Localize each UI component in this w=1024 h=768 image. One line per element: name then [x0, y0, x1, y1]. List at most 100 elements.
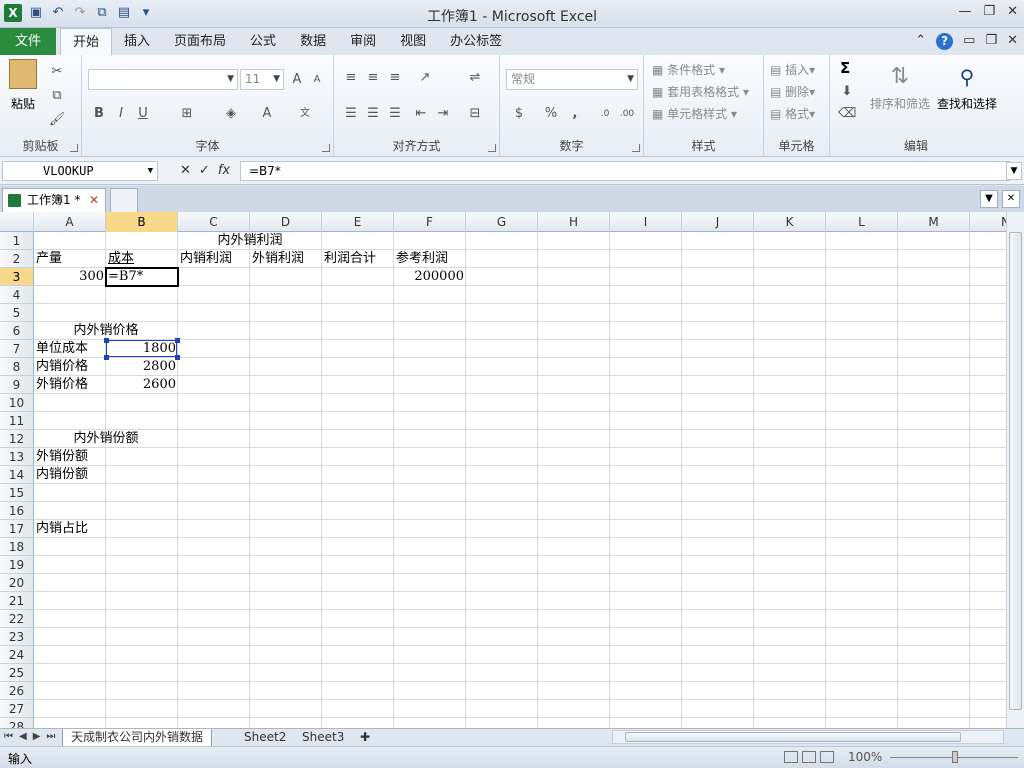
close-icon[interactable]: ✕: [1007, 4, 1018, 19]
tab-office-tab[interactable]: 办公标签: [438, 28, 514, 55]
find-select-button[interactable]: ⚲ 查找和选择: [934, 59, 1000, 112]
column-header-H[interactable]: H: [538, 212, 610, 232]
insert-cells-button[interactable]: ▤ 插入▾: [770, 61, 815, 78]
column-header-B[interactable]: B: [106, 212, 178, 232]
sheet-tab-2[interactable]: Sheet2: [236, 729, 294, 747]
cell-A14[interactable]: 内销份额: [34, 466, 90, 484]
doc-close-icon[interactable]: ✕: [1007, 33, 1018, 50]
underline-button[interactable]: U: [134, 105, 152, 123]
horizontal-scroll-thumb[interactable]: [625, 732, 961, 742]
align-center-icon[interactable]: ☰: [364, 105, 382, 123]
doc-tab-close-icon[interactable]: ✕: [89, 189, 99, 211]
cell-B8[interactable]: 2800: [106, 358, 178, 376]
row-header-2[interactable]: 2: [0, 250, 34, 268]
copy-format-icon[interactable]: ⧉: [48, 87, 66, 105]
number-format-combo[interactable]: 常规 ▼: [506, 69, 638, 90]
autosum-button[interactable]: Σ: [840, 59, 850, 77]
column-header-L[interactable]: L: [826, 212, 898, 232]
number-launcher-icon[interactable]: [632, 144, 640, 152]
column-header-K[interactable]: K: [754, 212, 826, 232]
column-header-D[interactable]: D: [250, 212, 322, 232]
row-header-16[interactable]: 16: [0, 502, 34, 520]
new-doc-tab[interactable]: [110, 188, 138, 212]
alignment-launcher-icon[interactable]: [488, 144, 496, 152]
comma-button[interactable]: ,: [566, 105, 584, 123]
align-middle-icon[interactable]: ≡: [364, 69, 382, 87]
prev-sheet-icon[interactable]: ◀: [19, 731, 27, 742]
row-header-3[interactable]: 3: [0, 268, 34, 286]
normal-view-icon[interactable]: [784, 751, 798, 763]
cell-B9[interactable]: 2600: [106, 376, 178, 394]
minimize-ribbon-icon[interactable]: ⌃: [915, 33, 926, 50]
confirm-entry-icon[interactable]: ✓: [199, 161, 210, 181]
insert-function-icon[interactable]: fx: [218, 161, 230, 181]
column-header-E[interactable]: E: [322, 212, 394, 232]
reference-resize-handle[interactable]: [175, 355, 180, 360]
row-header-28[interactable]: 28: [0, 718, 34, 728]
clipboard-launcher-icon[interactable]: [70, 144, 78, 152]
cell-A3[interactable]: 300: [34, 268, 106, 286]
row-header-6[interactable]: 6: [0, 322, 34, 340]
font-color-icon[interactable]: A: [258, 105, 276, 123]
format-cells-button[interactable]: ▤ 格式▾: [770, 105, 815, 122]
column-header-N[interactable]: N: [970, 212, 1006, 232]
font-launcher-icon[interactable]: [322, 144, 330, 152]
cell-A13[interactable]: 外销份额: [34, 448, 90, 466]
column-header-M[interactable]: M: [898, 212, 970, 232]
grow-font-icon[interactable]: A: [288, 71, 306, 89]
column-header-I[interactable]: I: [610, 212, 682, 232]
row-header-9[interactable]: 9: [0, 376, 34, 394]
row-header-19[interactable]: 19: [0, 556, 34, 574]
increase-indent-icon[interactable]: ⇥: [434, 105, 452, 123]
bold-button[interactable]: B: [90, 105, 108, 123]
cell-A2[interactable]: 产量: [34, 250, 64, 268]
column-header-G[interactable]: G: [466, 212, 538, 232]
row-header-15[interactable]: 15: [0, 484, 34, 502]
restore-icon[interactable]: ❐: [983, 4, 995, 19]
tab-page-layout[interactable]: 页面布局: [162, 28, 238, 55]
row-header-22[interactable]: 22: [0, 610, 34, 628]
increase-decimal-icon[interactable]: .0: [596, 105, 614, 123]
cell-A9[interactable]: 外销价格: [34, 376, 90, 394]
fill-color-icon[interactable]: ◈: [222, 105, 240, 123]
help-icon[interactable]: ?: [936, 33, 954, 50]
row-header-26[interactable]: 26: [0, 682, 34, 700]
percent-button[interactable]: %: [542, 105, 560, 123]
tab-review[interactable]: 审阅: [338, 28, 388, 55]
phonetic-icon[interactable]: 文: [296, 105, 314, 123]
align-top-icon[interactable]: ≡: [342, 69, 360, 87]
tab-view[interactable]: 视图: [388, 28, 438, 55]
expand-formula-icon[interactable]: ▼: [1006, 162, 1022, 180]
paste-button[interactable]: 粘贴: [6, 59, 40, 112]
file-tab[interactable]: 文件: [0, 28, 56, 55]
wrap-text-icon[interactable]: ⇌: [466, 69, 484, 87]
merge-center-icon[interactable]: ⊟: [466, 105, 484, 123]
cancel-entry-icon[interactable]: ✕: [180, 161, 191, 181]
doc-tab-list-icon[interactable]: ▼: [980, 190, 998, 208]
vertical-scrollbar[interactable]: [1006, 212, 1024, 728]
doc-restore-icon[interactable]: ❐: [985, 33, 997, 50]
row-header-7[interactable]: 7: [0, 340, 34, 358]
cut-icon[interactable]: ✂: [48, 63, 66, 81]
zoom-slider-knob[interactable]: [952, 751, 958, 763]
row-header-17[interactable]: 17: [0, 520, 34, 538]
row-header-23[interactable]: 23: [0, 628, 34, 646]
page-layout-view-icon[interactable]: [802, 751, 816, 763]
border-icon[interactable]: ⊞: [178, 105, 196, 123]
next-sheet-icon[interactable]: ▶: [33, 731, 41, 742]
italic-button[interactable]: I: [112, 105, 130, 123]
shrink-font-icon[interactable]: A: [308, 71, 326, 89]
row-header-1[interactable]: 1: [0, 232, 34, 250]
cell-A17[interactable]: 内销占比: [34, 520, 90, 538]
conditional-format-button[interactable]: ▦ 条件格式 ▾: [652, 61, 725, 78]
cell-F3[interactable]: 200000: [394, 268, 466, 286]
doc-close-all-icon[interactable]: ✕: [1002, 190, 1020, 208]
sheet-tab-1[interactable]: 天成制衣公司内外销数据: [62, 729, 213, 747]
select-all-corner[interactable]: [0, 212, 34, 232]
table-format-button[interactable]: ▦ 套用表格格式 ▾: [652, 83, 749, 100]
cell-C1[interactable]: 内外销利润: [178, 232, 322, 250]
row-header-12[interactable]: 12: [0, 430, 34, 448]
tab-data[interactable]: 数据: [288, 28, 338, 55]
doc-tab-workbook1[interactable]: 工作簿1 * ✕: [2, 188, 106, 212]
sheet-tab-3[interactable]: Sheet3: [294, 729, 352, 747]
